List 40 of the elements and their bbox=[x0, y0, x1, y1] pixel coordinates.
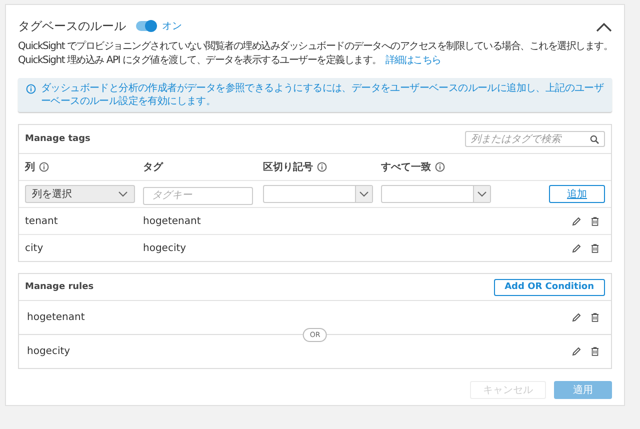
search-field[interactable]: 列またはタグで検索 bbox=[465, 131, 605, 147]
panel-title: Manage tags bbox=[25, 134, 90, 144]
delete-icon[interactable] bbox=[591, 216, 599, 226]
table-cell-text: tenant bbox=[25, 216, 59, 226]
edit-icon[interactable] bbox=[572, 216, 581, 226]
caret-icon bbox=[477, 191, 487, 197]
column-header: 列 bbox=[25, 160, 35, 174]
search-icon bbox=[590, 134, 599, 144]
info-icon bbox=[317, 162, 327, 172]
edit-icon[interactable] bbox=[572, 347, 581, 356]
info-icon bbox=[435, 162, 445, 172]
edit-icon[interactable] bbox=[572, 313, 581, 322]
table-cell-text: hogecity bbox=[143, 242, 188, 254]
column-select[interactable]: 列を選択 bbox=[25, 185, 135, 203]
learn-more-link[interactable]: 詳細はこちら bbox=[385, 55, 441, 66]
info-icon bbox=[26, 84, 36, 94]
delete-icon[interactable] bbox=[591, 244, 599, 252]
rule-label: hogetenant bbox=[27, 312, 85, 323]
toggle-switch[interactable] bbox=[136, 21, 156, 31]
rule-label: hogecity bbox=[27, 346, 70, 357]
column-header: すべて一致 bbox=[381, 160, 431, 174]
info-text: ダッシュボードと分析の作成者がデータを参照できるようにするには、データをユーザーベースのルールに追加し、上記のユーザーベースのルール設定を有効にします。 bbox=[41, 82, 604, 108]
add-button[interactable]: 追加 bbox=[549, 185, 605, 203]
section-title: タグベースのルール bbox=[18, 18, 126, 34]
panel-title: Manage rules bbox=[25, 282, 94, 292]
caret-icon bbox=[118, 191, 128, 197]
edit-icon[interactable] bbox=[572, 244, 581, 252]
column-header: 区切り記号 bbox=[263, 160, 313, 174]
info-icon bbox=[39, 162, 49, 172]
description-text: QuickSight でプロビジョニングされていない閲覧者の埋め込みダッシュボードのデータへのアクセスを制限している場合、これを選択します。 QuickSight 埋め込み API にタグ値を渡して、データを表示するユーザーを定義します。 詳細はこちら bbox=[18, 40, 614, 68]
table-cell-text: city bbox=[25, 242, 44, 254]
tag-input[interactable]: タグキー bbox=[143, 186, 253, 205]
caret-icon bbox=[359, 191, 369, 197]
add-or-condition-button[interactable]: Add OR Condition bbox=[494, 278, 605, 296]
toggle-label: オン bbox=[162, 20, 182, 33]
delete-icon[interactable] bbox=[591, 313, 599, 322]
column-header: タグ bbox=[143, 161, 163, 174]
delete-icon[interactable] bbox=[591, 347, 599, 356]
table-cell-text: hogetenant bbox=[143, 216, 202, 226]
collapse-icon[interactable] bbox=[596, 22, 612, 32]
